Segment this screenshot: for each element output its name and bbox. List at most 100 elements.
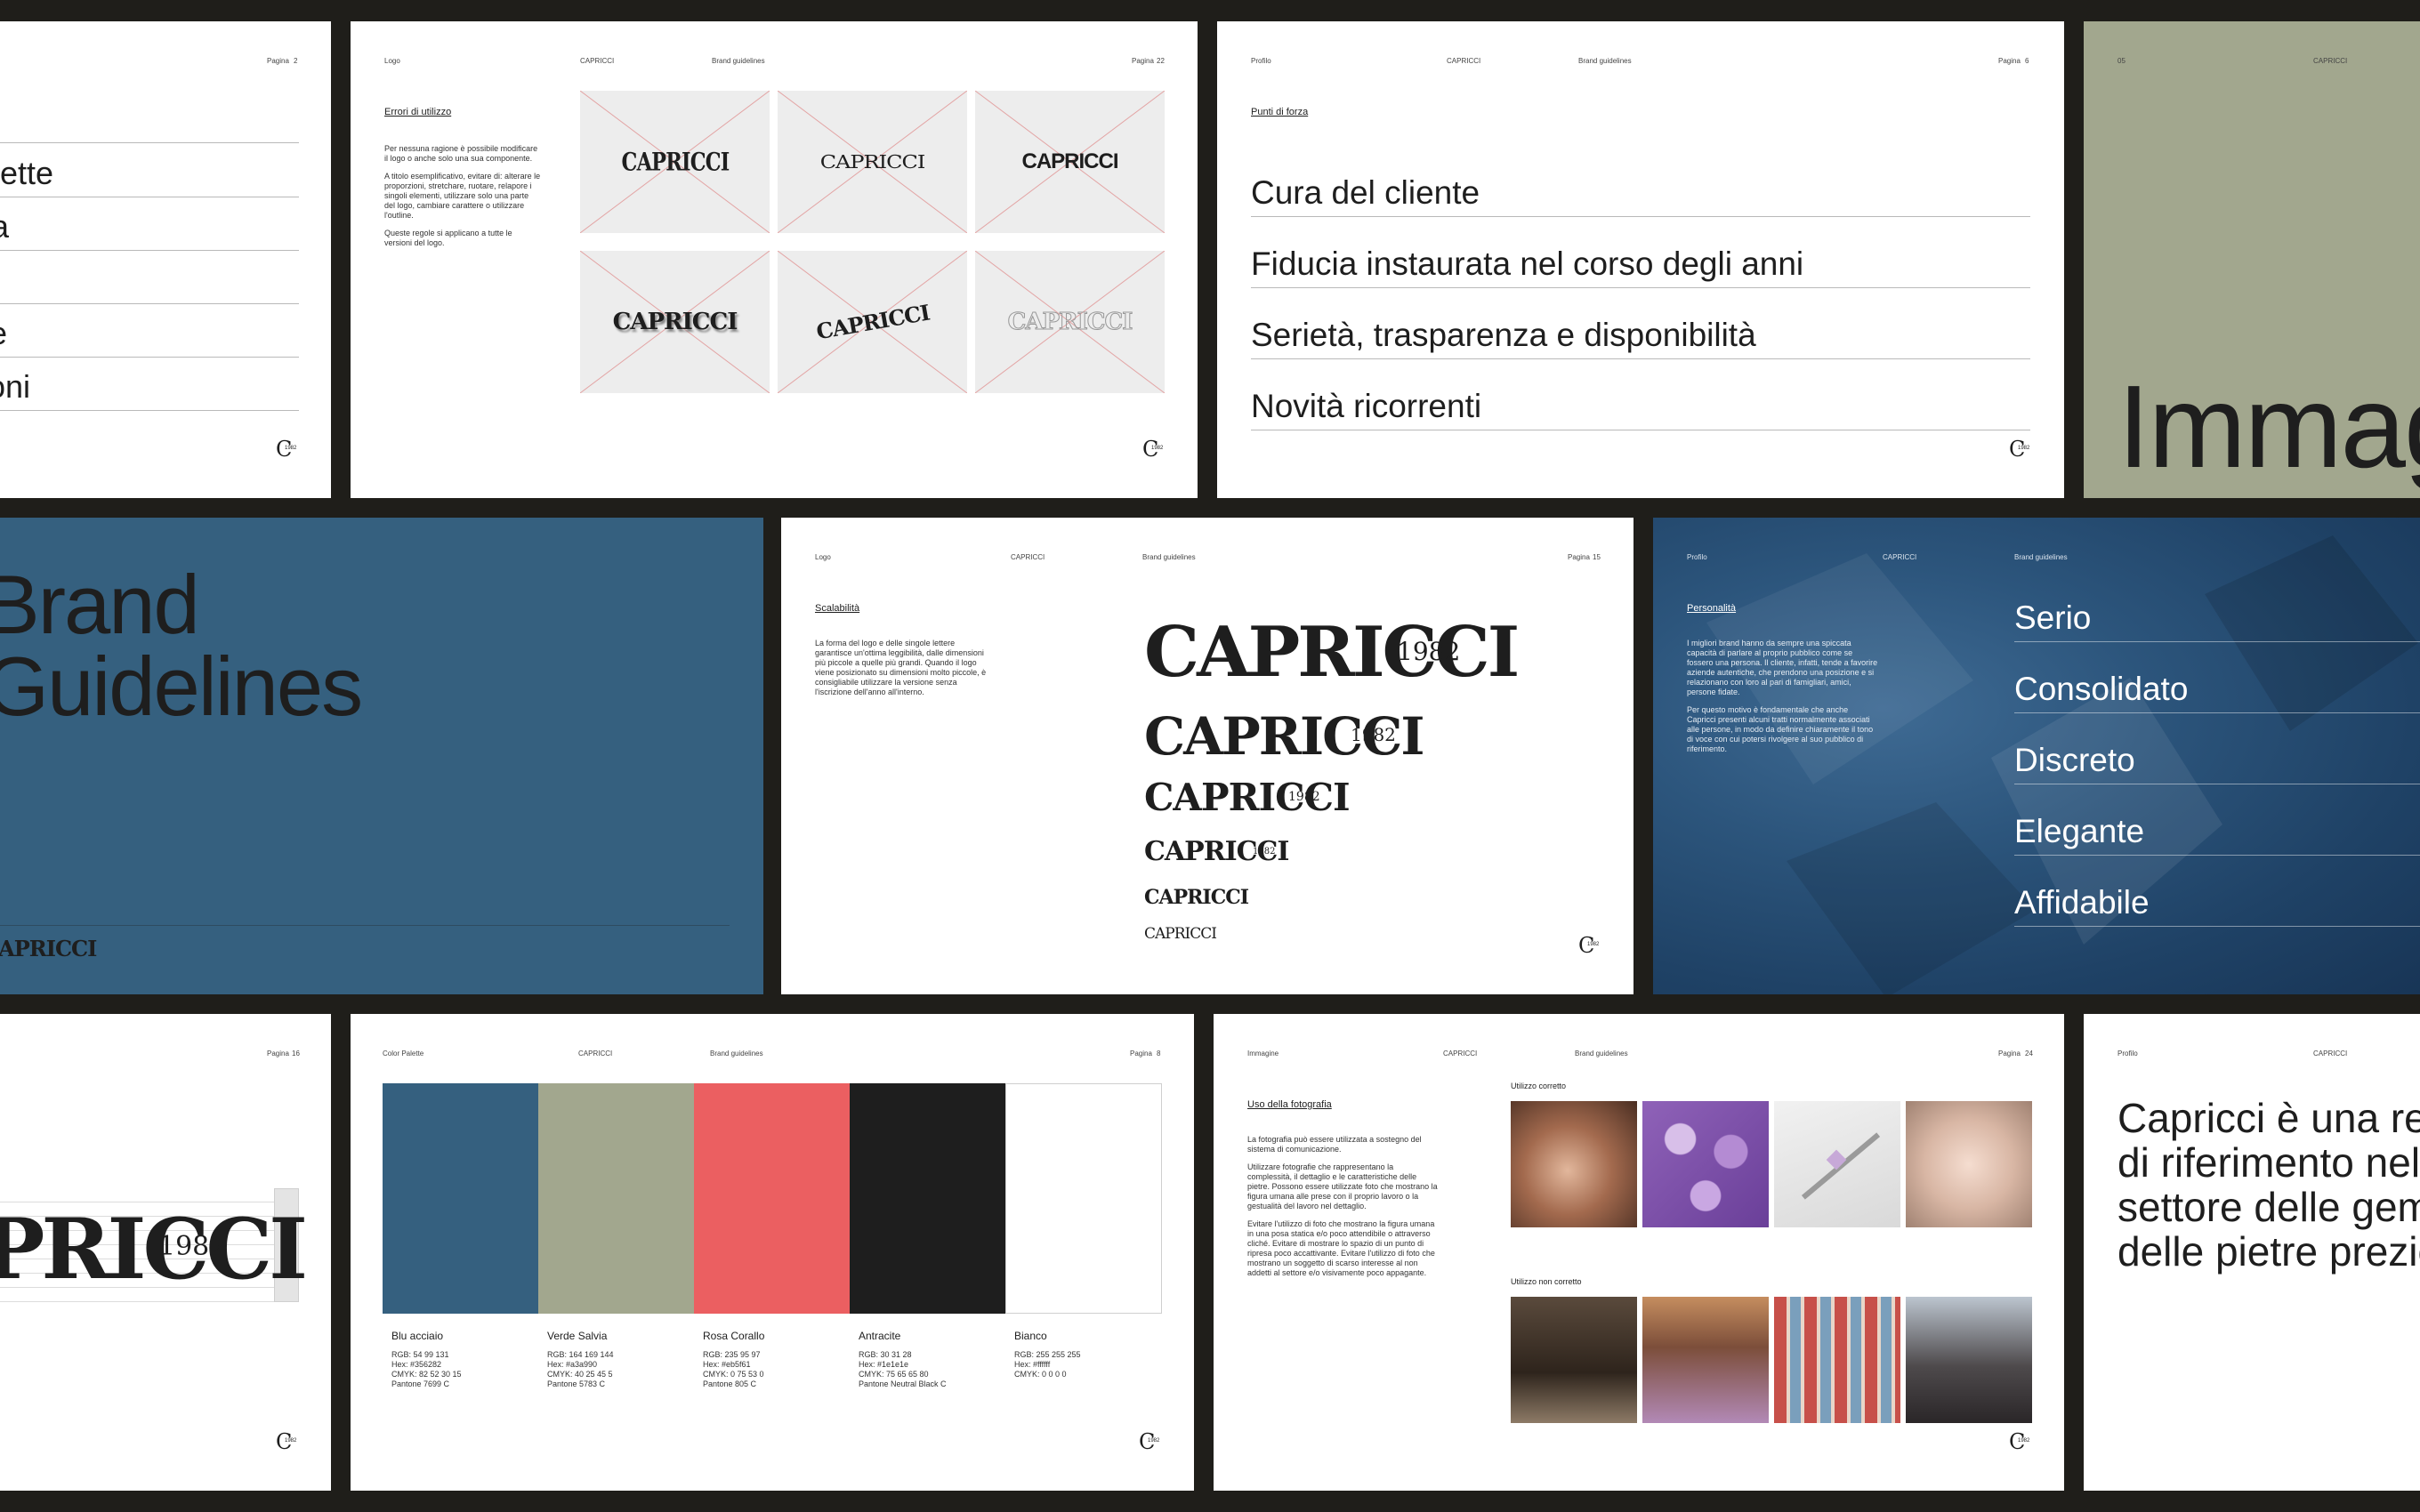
- logo-year: 1982: [158, 1231, 227, 1262]
- photo-incorrect-crowd: [1906, 1297, 2032, 1423]
- header-brand: CAPRICCI: [1443, 1050, 1478, 1058]
- page-label: Pagina: [1998, 57, 2021, 65]
- correct-usage-label: Utilizzo corretto: [1511, 1082, 1567, 1090]
- header-title: Brand guidelines: [710, 1050, 763, 1058]
- section-heading: Errori di utilizzo: [384, 107, 452, 117]
- logo-scale-stack: CAPRICCI 1982 CAPRICCI 1982 CAPRICCI 198…: [1144, 518, 1607, 994]
- swatch-specs: RGB: 235 95 97 Hex: #eb5f61 CMYK: 0 75 53 …: [703, 1350, 764, 1388]
- logo-error-tile: CAPRICCI: [580, 251, 770, 393]
- logo-error-tile: CAPRICCI: [778, 251, 967, 393]
- section-heading: Scalabilità: [815, 603, 860, 614]
- index-item: a: [0, 208, 299, 251]
- page-number: 16: [292, 1050, 300, 1058]
- header-brand: CAPRICCI: [578, 1050, 613, 1058]
- trait-item: Discreto: [2014, 742, 2420, 784]
- page-number: 22: [1157, 57, 1165, 65]
- divider-title: Immagine: [2118, 361, 2420, 492]
- monogram-logo: C 1982: [1142, 437, 1164, 462]
- logo-error-tile: CAPRICCI: [975, 91, 1165, 233]
- photo-correct-tweezers: [1774, 1101, 1900, 1227]
- body-text: La forma del logo e delle singole letter…: [815, 639, 987, 696]
- monogram-logo: C 1982: [1578, 933, 1600, 958]
- logo-xxs: CAPRICCI: [1144, 925, 1217, 943]
- logo-error-tile: CAPRICCI: [580, 91, 770, 233]
- page-number: 6: [2025, 57, 2029, 65]
- swatch-specs: RGB: 54 99 131 Hex: #356282 CMYK: 82 52 30…: [391, 1350, 462, 1388]
- header-brand: CAPRICCI: [2313, 57, 2348, 65]
- swatch-name: Verde Salvia: [547, 1330, 608, 1342]
- header-brand: CAPRICCI: [580, 57, 615, 65]
- color-swatch-blu-acciaio: [383, 1083, 538, 1314]
- tweezers-shape: [1801, 1132, 1881, 1200]
- page-personality: Profilo CAPRICCI Brand guidelines Person…: [1653, 518, 2420, 994]
- strength-item: Fiducia instaurata nel corso degli anni: [1251, 245, 2030, 288]
- incorrect-usage-label: Utilizzo non corretto: [1511, 1277, 1582, 1286]
- body-text: La fotografia può essere utilizzata a so…: [1247, 1135, 1438, 1277]
- strength-item: Novità ricorrenti: [1251, 388, 2030, 430]
- logo-year: 1982: [1288, 790, 1320, 804]
- index-divider: [0, 142, 299, 143]
- logo-year: 1982: [1253, 847, 1276, 857]
- page-strengths: Profilo CAPRICCI Brand guidelines Pagina…: [1217, 21, 2064, 498]
- header-title: Brand guidelines: [2014, 553, 2068, 561]
- cover-title-line1: Brand: [0, 558, 200, 651]
- header-brand: CAPRICCI: [1011, 553, 1045, 561]
- header-number: 05: [2118, 57, 2126, 65]
- header-section: Profilo: [2118, 1050, 2138, 1058]
- page-label: Pagina: [267, 1050, 289, 1058]
- section-heading: Personalità: [1687, 603, 1737, 614]
- intro-statement: Capricci è una realtà di riferimento nel…: [2118, 1095, 2420, 1275]
- color-swatch-rosa-corallo: [694, 1083, 850, 1314]
- header-section: Logo: [384, 57, 400, 65]
- trait-item: Elegante: [2014, 813, 2420, 856]
- monogram-logo: C 1982: [276, 1429, 297, 1454]
- photo-correct-amethyst: [1642, 1101, 1769, 1227]
- color-swatch-verde-salvia: [538, 1083, 694, 1314]
- page-logo-grid: Pagina 16 CAPRICCI 1982 C1982: [0, 1014, 331, 1491]
- logo-error-tile: CAPRICCI: [778, 91, 967, 233]
- trait-item: Consolidato: [2014, 671, 2420, 713]
- swatch-name: Bianco: [1014, 1330, 1047, 1342]
- swatch-name: Antracite: [859, 1330, 901, 1342]
- photo-incorrect-stand: [1511, 1297, 1637, 1423]
- section-heading: Punti di forza: [1251, 107, 1309, 117]
- cover-title-line2: Guidelines: [0, 639, 363, 733]
- logo-construction: CAPRICCI: [0, 1201, 308, 1299]
- header-title: Brand guidelines: [1578, 57, 1632, 65]
- page-immagine-divider: 05 CAPRICCI Immagine: [2084, 21, 2420, 498]
- body-text: Per nessuna ragione è possibile modifica…: [384, 144, 541, 247]
- photo-correct-raw-gem: [1906, 1101, 2032, 1227]
- swatch-specs: RGB: 255 255 255 Hex: #ffffff CMYK: 0 0 0 …: [1014, 1350, 1081, 1379]
- page-label: Pagina: [1998, 1050, 2021, 1058]
- logo-year: 1982: [1397, 637, 1461, 666]
- page-intro: Profilo CAPRICCI Capricci è una realtà d…: [2084, 1014, 2420, 1491]
- color-swatch-antracite: [850, 1083, 1005, 1314]
- swatch-specs: RGB: 30 31 28 Hex: #1e1e1e CMYK: 75 65 65 …: [859, 1350, 947, 1388]
- monogram-logo: C 1982: [2009, 1429, 2030, 1454]
- swatch-specs: RGB: 164 169 144 Hex: #a3a990 CMYK: 40 25 …: [547, 1350, 614, 1388]
- page-logo-errors: Logo CAPRICCI Brand guidelines Pagina 22…: [351, 21, 1198, 498]
- page-number: 2: [294, 57, 298, 65]
- crystal-texture: [1787, 802, 2036, 994]
- header-section: Logo: [815, 553, 831, 561]
- cover-logo: CAPRICCI: [0, 936, 97, 961]
- page-number: 24: [2025, 1050, 2033, 1058]
- page-scalability: Logo CAPRICCI Brand guidelines Pagina 15…: [781, 518, 1634, 994]
- page-cover: Brand Guidelines CAPRICCI: [0, 518, 763, 994]
- logo-xl: CAPRICCI: [1144, 612, 1520, 693]
- page-label: Pagina: [1130, 1050, 1152, 1058]
- logo-xs: CAPRICCI: [1144, 886, 1249, 909]
- photo-incorrect-display: [1774, 1297, 1900, 1423]
- trait-item: Affidabile: [2014, 884, 2420, 927]
- header-title: Brand guidelines: [712, 57, 765, 65]
- color-swatch-bianco: [1005, 1083, 1162, 1314]
- monogram-logo: C 1982: [1139, 1429, 1160, 1454]
- body-text: I migliori brand hanno da sempre una spi…: [1687, 639, 1878, 753]
- index-item: [0, 261, 299, 304]
- index-item: oni: [0, 368, 299, 411]
- swatch-name: Rosa Corallo: [703, 1330, 765, 1342]
- page-photography: Immagine CAPRICCI Brand guidelines Pagin…: [1214, 1014, 2064, 1491]
- photo-correct-hands: [1511, 1101, 1637, 1227]
- trait-item: Serio: [2014, 599, 2420, 642]
- header-section: Color Palette: [383, 1050, 424, 1058]
